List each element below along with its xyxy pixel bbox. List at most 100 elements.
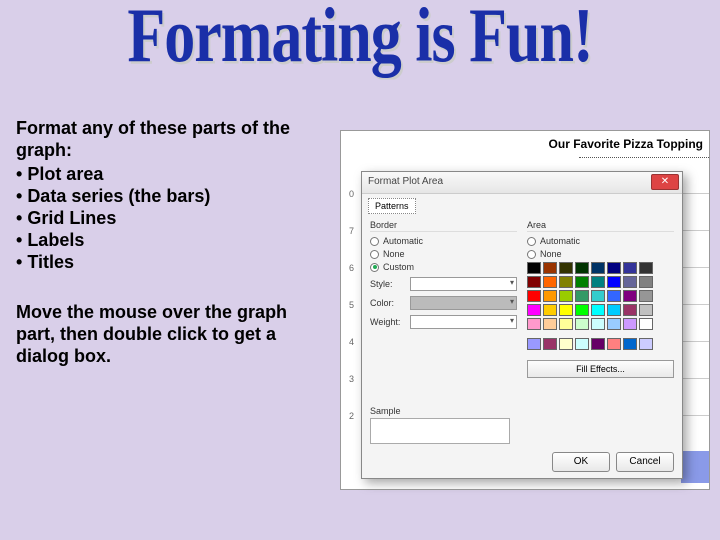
border-custom-option[interactable]: Custom <box>370 262 517 272</box>
color-swatch[interactable] <box>639 262 653 274</box>
color-swatch[interactable] <box>607 304 621 316</box>
chart-y-axis: 0 7 6 5 4 3 2 <box>349 189 354 448</box>
area-none-option[interactable]: None <box>527 249 674 259</box>
color-swatch[interactable] <box>543 338 557 350</box>
color-swatch[interactable] <box>543 276 557 288</box>
color-palette-main <box>527 262 674 330</box>
instruction-text: Move the mouse over the graph part, then… <box>16 302 316 368</box>
color-swatch[interactable] <box>575 276 589 288</box>
radio-icon <box>527 250 536 259</box>
color-swatch[interactable] <box>559 276 573 288</box>
color-swatch[interactable] <box>591 262 605 274</box>
y-tick: 0 <box>349 189 354 226</box>
style-dropdown[interactable] <box>410 277 517 291</box>
bullet-item: Plot area <box>16 164 316 186</box>
color-swatch[interactable] <box>543 318 557 330</box>
color-swatch[interactable] <box>591 276 605 288</box>
bullet-item: Titles <box>16 252 316 274</box>
color-swatch[interactable] <box>623 318 637 330</box>
format-plot-area-dialog: Format Plot Area ✕ Patterns Border Autom… <box>361 171 683 479</box>
bullet-item: Data series (the bars) <box>16 186 316 208</box>
color-swatch[interactable] <box>559 304 573 316</box>
color-swatch[interactable] <box>607 338 621 350</box>
weight-label: Weight: <box>370 317 406 327</box>
sample-label: Sample <box>370 406 510 416</box>
color-swatch[interactable] <box>527 262 541 274</box>
color-swatch[interactable] <box>639 318 653 330</box>
color-swatch[interactable] <box>527 318 541 330</box>
close-icon: ✕ <box>661 176 669 187</box>
color-swatch[interactable] <box>559 290 573 302</box>
area-heading: Area <box>527 220 674 232</box>
sample-preview <box>370 418 510 444</box>
y-tick: 6 <box>349 263 354 300</box>
area-section: Area Automatic None Fill Effects... <box>527 220 674 378</box>
color-swatch[interactable] <box>575 290 589 302</box>
color-swatch[interactable] <box>543 304 557 316</box>
color-swatch[interactable] <box>591 304 605 316</box>
y-tick: 4 <box>349 337 354 374</box>
color-swatch[interactable] <box>527 290 541 302</box>
color-swatch[interactable] <box>575 318 589 330</box>
sample-section: Sample <box>370 406 510 444</box>
color-swatch[interactable] <box>591 318 605 330</box>
intro-text: Format any of these parts of the graph: <box>16 118 316 162</box>
slide-title: Formating is Fun! <box>0 0 720 81</box>
color-dropdown[interactable] <box>410 296 517 310</box>
color-swatch[interactable] <box>639 338 653 350</box>
color-swatch[interactable] <box>607 262 621 274</box>
ok-button[interactable]: OK <box>552 452 610 472</box>
color-swatch[interactable] <box>623 338 637 350</box>
bullet-item: Grid Lines <box>16 208 316 230</box>
y-tick: 5 <box>349 300 354 337</box>
radio-icon <box>370 263 379 272</box>
area-automatic-option[interactable]: Automatic <box>527 236 674 246</box>
chart-dotted-line <box>579 157 709 158</box>
color-swatch[interactable] <box>527 338 541 350</box>
border-section: Border Automatic None Custom Style: <box>370 220 517 378</box>
color-swatch[interactable] <box>607 290 621 302</box>
color-swatch[interactable] <box>607 276 621 288</box>
color-swatch[interactable] <box>575 262 589 274</box>
dialog-buttons: OK Cancel <box>552 452 674 472</box>
color-swatch[interactable] <box>623 276 637 288</box>
color-swatch[interactable] <box>543 262 557 274</box>
color-swatch[interactable] <box>639 276 653 288</box>
close-button[interactable]: ✕ <box>651 174 679 190</box>
color-swatch[interactable] <box>575 304 589 316</box>
color-swatch[interactable] <box>559 318 573 330</box>
bullet-list: Plot area Data series (the bars) Grid Li… <box>16 164 316 274</box>
color-swatch[interactable] <box>591 290 605 302</box>
color-swatch[interactable] <box>623 304 637 316</box>
y-tick: 3 <box>349 374 354 411</box>
chart-bar <box>681 451 709 483</box>
color-swatch[interactable] <box>591 338 605 350</box>
color-swatch[interactable] <box>527 276 541 288</box>
color-swatch[interactable] <box>527 304 541 316</box>
cancel-button[interactable]: Cancel <box>616 452 674 472</box>
tab-patterns[interactable]: Patterns <box>368 198 416 214</box>
color-swatch[interactable] <box>623 290 637 302</box>
fill-effects-button[interactable]: Fill Effects... <box>527 360 674 378</box>
chart-title: Our Favorite Pizza Topping <box>549 137 703 151</box>
color-swatch[interactable] <box>575 338 589 350</box>
color-swatch[interactable] <box>559 338 573 350</box>
bullet-item: Labels <box>16 230 316 252</box>
radio-icon <box>527 237 536 246</box>
border-none-option[interactable]: None <box>370 249 517 259</box>
style-label: Style: <box>370 279 406 289</box>
chart-gridlines <box>681 193 709 483</box>
color-label: Color: <box>370 298 406 308</box>
weight-dropdown[interactable] <box>410 315 517 329</box>
color-swatch[interactable] <box>639 304 653 316</box>
border-automatic-option[interactable]: Automatic <box>370 236 517 246</box>
color-swatch[interactable] <box>639 290 653 302</box>
color-swatch[interactable] <box>607 318 621 330</box>
color-swatch[interactable] <box>559 262 573 274</box>
color-swatch[interactable] <box>623 262 637 274</box>
dialog-title: Format Plot Area <box>368 176 443 187</box>
y-tick: 2 <box>349 411 354 448</box>
left-text-block: Format any of these parts of the graph: … <box>16 118 316 368</box>
color-swatch[interactable] <box>543 290 557 302</box>
y-tick: 7 <box>349 226 354 263</box>
